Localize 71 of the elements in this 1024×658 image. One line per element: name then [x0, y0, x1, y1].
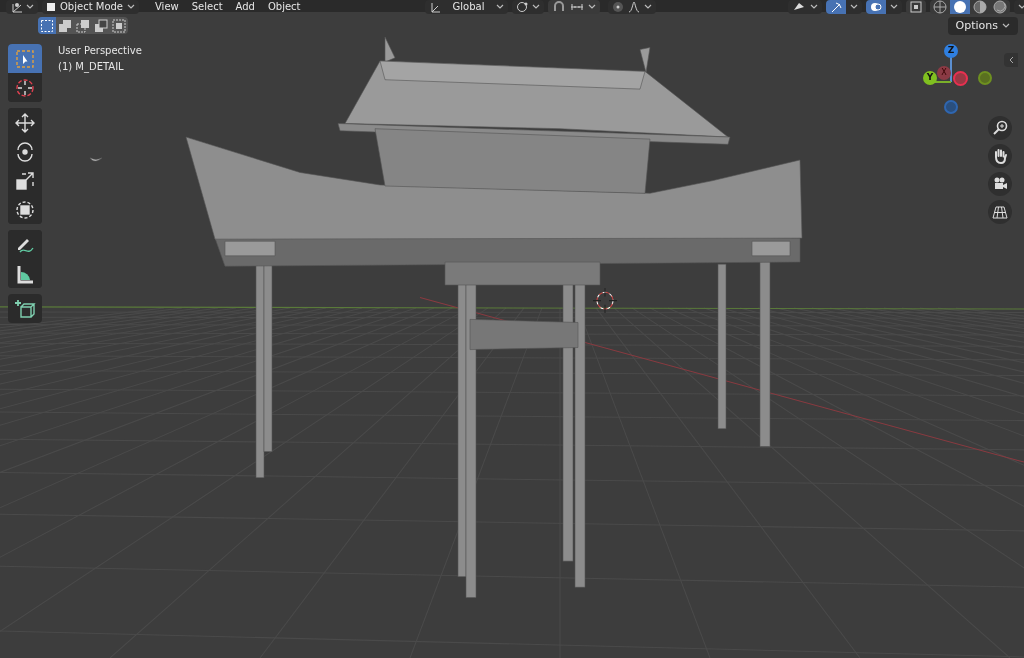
falloff-curve-icon — [628, 1, 641, 13]
chevron-icon — [127, 4, 135, 10]
grid-icon — [992, 204, 1008, 220]
select-box-icon — [14, 47, 36, 70]
scale-icon — [14, 169, 36, 192]
chevron-icon — [1018, 4, 1024, 10]
object-name-label: (1) M_DETAIL — [58, 60, 125, 74]
snap-button[interactable] — [548, 0, 601, 14]
gizmo-toggle[interactable] — [826, 0, 847, 14]
overlay-toggle[interactable] — [866, 0, 887, 14]
material-sphere-icon — [973, 0, 988, 14]
magnet-icon — [552, 1, 567, 13]
select-set-icon — [40, 18, 54, 33]
rotate-icon — [14, 140, 36, 163]
visibility-dropdown[interactable] — [788, 0, 823, 14]
chevron-left-icon — [1008, 56, 1014, 64]
mode-dropdown[interactable]: Object Mode — [42, 0, 139, 14]
select-subtract-icon — [76, 18, 90, 33]
orientation-dropdown[interactable]: Global — [424, 0, 509, 14]
transform-icon — [14, 198, 36, 221]
xray-square-icon — [910, 1, 923, 13]
navigation-button[interactable] — [988, 172, 1012, 196]
camera-icon — [992, 176, 1008, 192]
navigation-button[interactable] — [988, 144, 1012, 168]
chevron-icon — [890, 4, 899, 10]
menu-item[interactable]: Add — [235, 2, 255, 12]
chevron-icon — [26, 4, 34, 10]
solid-sphere-icon — [953, 0, 968, 14]
select-extend-icon — [58, 18, 72, 33]
wireframe-sphere-icon — [933, 0, 948, 14]
select-intersect-icon — [112, 18, 126, 33]
zoom-in-icon — [992, 120, 1008, 136]
proportional-edit-button[interactable] — [608, 0, 657, 14]
select-invert-icon — [94, 18, 108, 33]
navigation-button[interactable] — [988, 116, 1012, 140]
chevron-icon — [588, 4, 597, 10]
chevron-icon — [1002, 23, 1010, 29]
proportional-circle-icon — [612, 1, 625, 13]
rendered-sphere-icon — [993, 0, 1008, 14]
select-mode-button[interactable] — [74, 17, 92, 34]
sidebar-toggle[interactable] — [1004, 53, 1018, 67]
snap-increment-icon — [570, 1, 585, 13]
view-name-label: User Perspective — [58, 44, 142, 58]
select-mode-button[interactable] — [110, 17, 128, 34]
add-cube-icon — [14, 297, 36, 320]
select-mode-button[interactable] — [38, 17, 56, 34]
shading-mode-button[interactable] — [950, 0, 971, 14]
chevron-icon — [496, 4, 505, 10]
menu-item[interactable]: Object — [267, 2, 301, 12]
cube-icon — [46, 2, 56, 12]
overlay-circles-icon — [870, 1, 883, 13]
select-mode-button[interactable] — [92, 17, 110, 34]
chevron-icon — [810, 4, 819, 10]
select-mode-button[interactable] — [56, 17, 74, 34]
axes-icon — [10, 1, 24, 13]
move-icon — [14, 111, 36, 134]
chevron-icon — [850, 4, 859, 10]
orientation-axes-icon — [428, 1, 441, 13]
chevron-icon — [644, 4, 653, 10]
hand-icon — [992, 148, 1008, 164]
pivot-dropdown[interactable] — [512, 0, 545, 14]
menu-item[interactable]: View — [155, 2, 179, 12]
cursor-icon — [14, 76, 36, 99]
editor-type-button[interactable] — [6, 0, 38, 14]
3d-cursor-icon — [592, 287, 618, 314]
xray-toggle[interactable] — [906, 0, 927, 14]
chevron-icon — [532, 4, 541, 10]
gizmo-arrows-icon — [830, 1, 843, 13]
navigation-button[interactable] — [988, 200, 1012, 224]
options-dropdown[interactable]: Options — [947, 17, 1018, 35]
menu-item[interactable]: Select — [191, 2, 223, 12]
